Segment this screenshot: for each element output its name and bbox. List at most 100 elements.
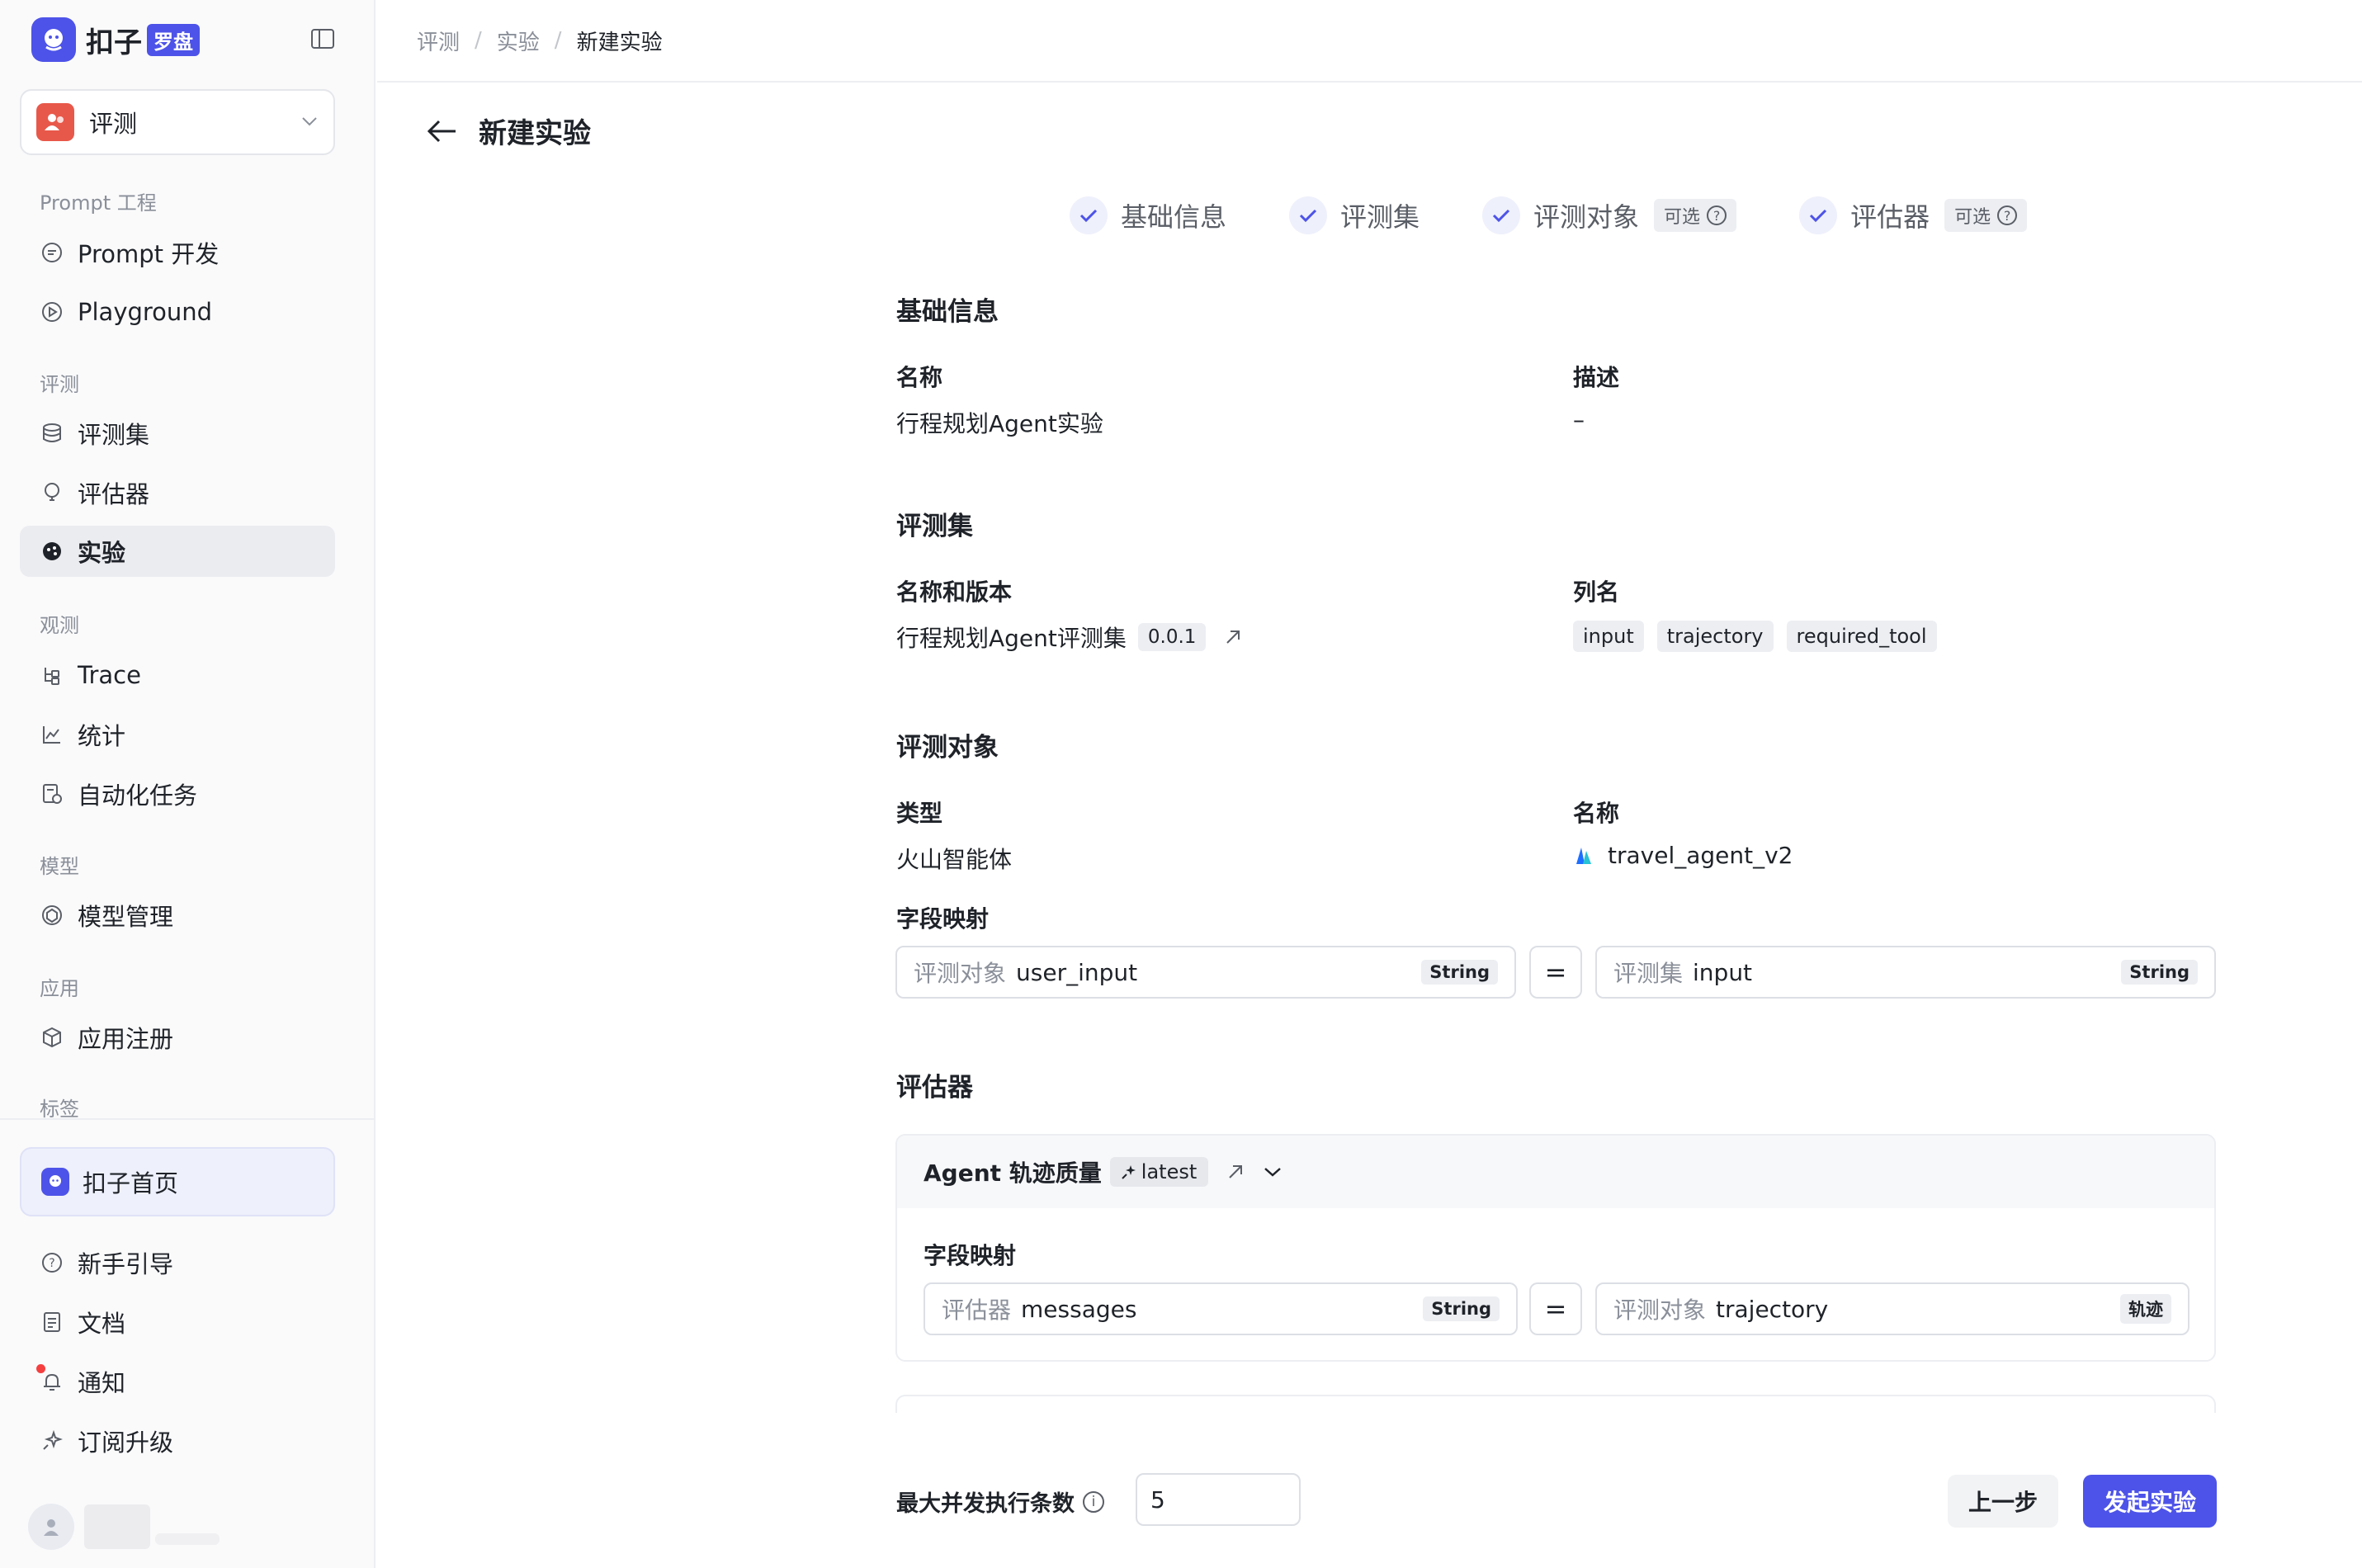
- check-icon: [1289, 196, 1328, 234]
- info-icon[interactable]: i: [1083, 1490, 1104, 1513]
- evaluator-card-header[interactable]: Agent 轨迹质量 latest: [897, 1136, 2214, 1208]
- mapping-field: input: [1693, 958, 1753, 986]
- space-selector[interactable]: 评测: [20, 89, 335, 155]
- sidebar-collapse-icon[interactable]: [309, 25, 337, 53]
- cube-icon: [40, 1025, 64, 1050]
- document-icon: [40, 1310, 64, 1334]
- step-eval-target[interactable]: 评测对象 可选?: [1482, 196, 1737, 234]
- concurrency-input[interactable]: [1136, 1473, 1301, 1526]
- sidebar-item-label: 统计: [78, 722, 126, 750]
- source-field-select[interactable]: 评测对象 trajectory 轨迹: [1595, 1282, 2190, 1335]
- svg-text:?: ?: [49, 1257, 54, 1270]
- sidebar-item-stats[interactable]: 统计: [20, 709, 335, 760]
- sidebar-item-label: 评估器: [78, 480, 150, 508]
- target-name: travel_agent_v2: [1573, 842, 1793, 869]
- evaluator-name: Agent 轨迹质量: [924, 1159, 1102, 1187]
- sidebar-item-guide[interactable]: ? 新手引导: [20, 1237, 335, 1288]
- prev-step-button[interactable]: 上一步: [1948, 1475, 2058, 1528]
- help-icon[interactable]: ?: [1997, 205, 2018, 225]
- optional-tag: 可选?: [1654, 199, 1737, 232]
- sparkle-icon: [40, 1429, 64, 1453]
- column-tag: input: [1573, 621, 1644, 652]
- volcano-agent-icon: [1573, 844, 1596, 867]
- chevron-down-icon: [300, 115, 319, 130]
- space-avatar-icon: [36, 103, 74, 141]
- check-icon: [1070, 196, 1108, 234]
- bell-icon: [40, 1369, 64, 1394]
- sidebar-item-playground[interactable]: Playground: [20, 286, 335, 338]
- sidebar-item-upgrade[interactable]: 订阅升级: [20, 1415, 335, 1466]
- field-label-mapping: 字段映射: [924, 1242, 1017, 1269]
- column-tag: required_tool: [1786, 621, 1937, 652]
- sidebar-item-app-register[interactable]: 应用注册: [20, 1012, 335, 1063]
- home-link[interactable]: 扣子首页: [20, 1147, 335, 1216]
- sidebar-item-label: 评测集: [78, 421, 150, 449]
- sidebar-item-notify[interactable]: 通知: [20, 1356, 335, 1407]
- model-icon: [40, 903, 64, 928]
- sidebar-item-model-mgmt[interactable]: 模型管理: [20, 890, 335, 941]
- breadcrumb-separator: /: [475, 28, 482, 53]
- sidebar-item-label: Trace: [78, 661, 141, 689]
- sidebar-item-label: 文档: [78, 1310, 126, 1338]
- type-tag: 轨迹: [2120, 1294, 2171, 1324]
- step-eval-set[interactable]: 评测集: [1289, 196, 1420, 234]
- evaluator-field-select[interactable]: 评估器 messages String: [924, 1282, 1518, 1335]
- field-label-desc: 描述: [1573, 364, 1620, 391]
- notification-dot: [36, 1364, 45, 1373]
- user-name-redacted: [84, 1504, 150, 1549]
- sidebar-item-experiment[interactable]: 实验: [20, 526, 335, 577]
- external-link-icon[interactable]: [1226, 1163, 1245, 1181]
- check-icon: [1799, 196, 1838, 234]
- breadcrumb: 评测 / 实验 / 新建实验: [377, 0, 2362, 83]
- target-field-select[interactable]: 评测对象 user_input String: [895, 946, 1516, 999]
- breadcrumb-eval[interactable]: 评测: [417, 26, 460, 56]
- field-label-mapping: 字段映射: [896, 905, 990, 933]
- start-experiment-button[interactable]: 发起实验: [2083, 1475, 2217, 1528]
- chart-icon: [40, 722, 64, 747]
- sidebar-item-trace[interactable]: Trace: [20, 649, 335, 701]
- sidebar-item-docs[interactable]: 文档: [20, 1296, 335, 1348]
- target-name-label: travel_agent_v2: [1608, 842, 1793, 869]
- sidebar-item-label: 通知: [78, 1369, 126, 1397]
- type-tag: String: [1421, 960, 1498, 985]
- dataset-field-select[interactable]: 评测集 input String: [1595, 946, 2216, 999]
- mapping-field: messages: [1021, 1295, 1137, 1323]
- brand-name: 扣子: [86, 26, 142, 59]
- equals-sign: =: [1529, 946, 1582, 999]
- step-label: 评测集: [1340, 201, 1420, 233]
- brand-logo-icon: [31, 17, 76, 62]
- trace-tree-icon: [40, 663, 64, 687]
- sidebar-item-evaluator[interactable]: 评估器: [20, 467, 335, 518]
- external-link-icon[interactable]: [1224, 628, 1242, 646]
- experiment-name: 行程规划Agent实验: [896, 410, 1103, 437]
- mapping-prefix: 评测对象: [1613, 1296, 1707, 1324]
- step-basic-info[interactable]: 基础信息: [1070, 196, 1226, 234]
- concurrency-label: 最大并发执行条数 i: [896, 1485, 1104, 1518]
- user-profile[interactable]: [28, 1502, 220, 1551]
- step-evaluator[interactable]: 评估器 可选?: [1799, 196, 2028, 234]
- nav-group-observe: 观测: [40, 614, 79, 637]
- chevron-down-icon[interactable]: [1263, 1165, 1283, 1178]
- dataset-name: 行程规划Agent评测集: [896, 625, 1127, 652]
- section-title-target: 评测对象: [896, 733, 999, 763]
- page-header: 新建实验: [423, 111, 591, 151]
- back-arrow-icon[interactable]: [423, 112, 461, 150]
- experiment-desc: –: [1573, 406, 1585, 433]
- version-label: latest: [1141, 1160, 1198, 1183]
- field-label-columns: 列名: [1573, 579, 1620, 606]
- nav-group-prompt: Prompt 工程: [40, 191, 157, 215]
- sidebar-item-eval-set[interactable]: 评测集: [20, 408, 335, 459]
- optional-tag: 可选?: [1944, 199, 2028, 232]
- step-indicator: 基础信息 评测集 评测对象 可选? 评估器 可选?: [1070, 195, 2090, 236]
- help-icon: ?: [40, 1250, 64, 1275]
- sidebar-item-label: 新手引导: [78, 1250, 174, 1278]
- brand[interactable]: 扣子 罗盘: [31, 17, 200, 62]
- sidebar-item-prompt-dev[interactable]: Prompt 开发: [20, 227, 335, 278]
- evaluator-card: Agent 轨迹质量 latest 字段映射 评估器 messages Stri…: [895, 1134, 2216, 1362]
- help-icon[interactable]: ?: [1707, 205, 1727, 225]
- breadcrumb-experiment[interactable]: 实验: [497, 26, 540, 56]
- mapping-field: trajectory: [1716, 1295, 1829, 1323]
- user-info-redacted: [155, 1533, 220, 1545]
- section-title-evaluator: 评估器: [896, 1073, 973, 1103]
- sidebar-item-auto-task[interactable]: 自动化任务: [20, 768, 335, 819]
